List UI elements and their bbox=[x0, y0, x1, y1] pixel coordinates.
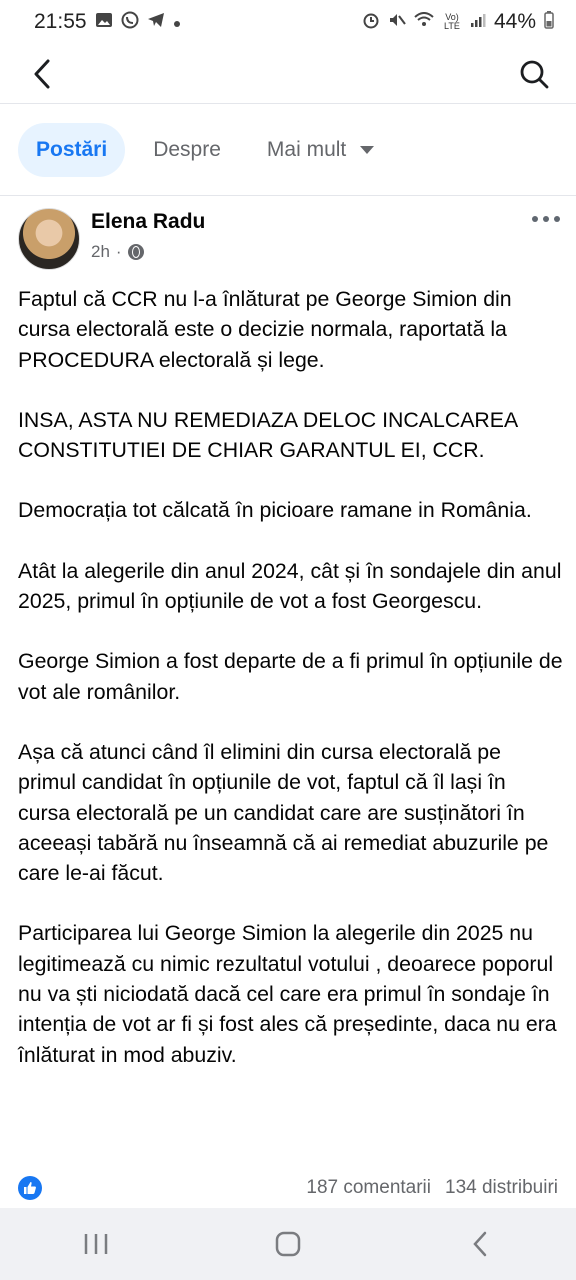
post-time[interactable]: 2h bbox=[91, 242, 110, 262]
meta-separator: · bbox=[115, 242, 122, 261]
post-paragraph: George Simion a fost departe de a fi pri… bbox=[18, 649, 563, 704]
post-meta: 2h · bbox=[91, 242, 144, 262]
post-header: Elena Radu 2h · bbox=[0, 196, 576, 280]
tab-postari[interactable]: Postări bbox=[18, 122, 126, 177]
wifi-icon bbox=[414, 11, 434, 33]
battery-icon bbox=[544, 10, 554, 34]
post-paragraph: Așa că atunci când îl elimini din cursa … bbox=[18, 739, 549, 886]
more-dot-icon bbox=[532, 216, 538, 222]
status-time: 21:55 bbox=[34, 10, 87, 33]
volte-icon: Vo) LTE bbox=[444, 12, 460, 31]
post-paragraph: Democrația tot călcată în picioare raman… bbox=[18, 498, 532, 523]
profile-tabs: Postări Despre Mai mult bbox=[0, 104, 576, 196]
top-app-bar bbox=[0, 44, 576, 104]
dot-icon bbox=[173, 12, 181, 33]
globe-icon bbox=[127, 244, 144, 260]
post-paragraph: INSA, ASTA NU REMEDIAZA DELOC INCALCAREA… bbox=[18, 407, 518, 463]
back-button[interactable] bbox=[22, 54, 62, 94]
post-paragraph: Atât la alegerile din anul 2024, cât și … bbox=[18, 558, 562, 614]
home-button[interactable] bbox=[258, 1214, 318, 1274]
recents-icon bbox=[84, 1234, 108, 1254]
tab-label: Mai mult bbox=[266, 137, 347, 161]
more-dot-icon bbox=[554, 216, 560, 222]
post-paragraph: Participarea lui George Simion la aleger… bbox=[18, 921, 557, 1067]
status-bar: 21:55 Vo) LTE 44% bbox=[0, 0, 576, 44]
tab-mai-mult[interactable]: Mai mult bbox=[249, 123, 392, 177]
back-nav-button[interactable] bbox=[450, 1214, 510, 1274]
system-nav-bar bbox=[0, 1208, 576, 1280]
mute-icon bbox=[388, 11, 406, 34]
post-paragraph: Faptul că CCR nu l-a înlăturat pe George… bbox=[18, 287, 512, 372]
back-nav-icon bbox=[473, 1231, 487, 1257]
shares-count[interactable]: 134 distribuiri bbox=[445, 1177, 558, 1199]
battery-level: 44% bbox=[493, 10, 536, 33]
gallery-icon bbox=[95, 11, 113, 34]
telegram-icon bbox=[147, 11, 165, 34]
tab-label: Postări bbox=[36, 137, 108, 161]
alarm-icon bbox=[362, 11, 380, 34]
like-reaction-icon[interactable] bbox=[18, 1176, 42, 1200]
more-options-button[interactable] bbox=[532, 216, 560, 222]
tab-label: Despre bbox=[153, 137, 221, 161]
search-icon bbox=[520, 60, 549, 88]
avatar[interactable] bbox=[18, 208, 80, 270]
home-icon bbox=[275, 1231, 301, 1257]
chevron-left-icon bbox=[34, 59, 50, 88]
caret-down-icon bbox=[360, 145, 375, 154]
whatsapp-icon bbox=[121, 11, 139, 34]
tab-despre[interactable]: Despre bbox=[135, 123, 239, 177]
post-text: Faptul că CCR nu l-a înlăturat pe George… bbox=[18, 284, 563, 1100]
search-button[interactable] bbox=[514, 54, 554, 94]
post-author[interactable]: Elena Radu bbox=[91, 210, 205, 234]
signal-icon bbox=[470, 12, 486, 33]
reactions-bar: 187 comentarii 134 distribuiri bbox=[0, 1170, 576, 1206]
comments-count[interactable]: 187 comentarii bbox=[306, 1177, 431, 1199]
more-dot-icon bbox=[543, 216, 549, 222]
recents-button[interactable] bbox=[66, 1214, 126, 1274]
